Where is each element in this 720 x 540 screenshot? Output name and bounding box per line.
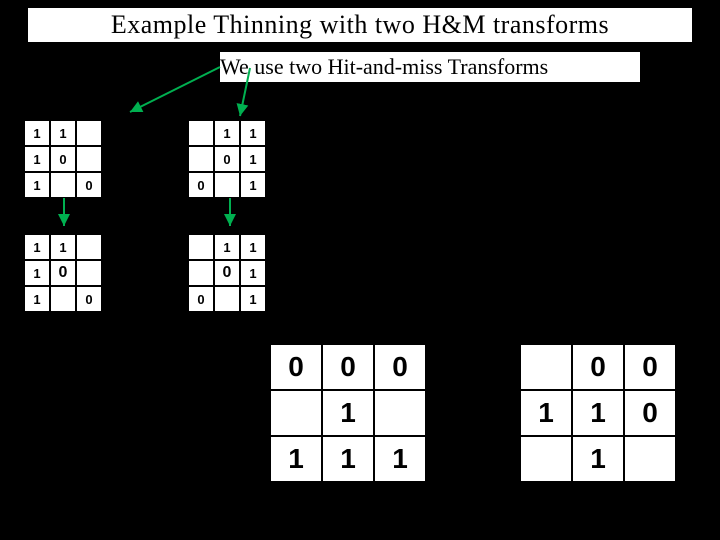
hm-grid-1: 1 1 1 0 1 0 bbox=[24, 120, 102, 198]
cell bbox=[76, 120, 102, 146]
cell: 0 bbox=[572, 344, 624, 390]
cell: 0 bbox=[188, 172, 214, 198]
cell bbox=[520, 344, 572, 390]
cell bbox=[76, 260, 102, 286]
cell bbox=[76, 234, 102, 260]
cell bbox=[520, 436, 572, 482]
cell: 0 bbox=[374, 344, 426, 390]
cell: 1 bbox=[572, 390, 624, 436]
cell: 1 bbox=[24, 172, 50, 198]
cell: 0 bbox=[270, 344, 322, 390]
cell: 1 bbox=[240, 172, 266, 198]
arrow-to-grid-2 bbox=[220, 68, 280, 128]
cell-value: 0 bbox=[59, 264, 68, 282]
structuring-element-2: 0 0 1 1 0 1 bbox=[520, 344, 676, 482]
hm-grid-2: 1 1 0 1 0 1 bbox=[188, 120, 266, 198]
arrow-g1-to-g3 bbox=[56, 198, 76, 239]
cell: 1 bbox=[50, 234, 76, 260]
cell bbox=[374, 390, 426, 436]
cell: 0 bbox=[76, 172, 102, 198]
cell bbox=[270, 390, 322, 436]
cell: 1 bbox=[240, 286, 266, 312]
hm-grid-3: 1 1 1 0 1 0 bbox=[24, 234, 102, 312]
cell: 1 bbox=[214, 120, 240, 146]
cell bbox=[50, 172, 76, 198]
cell: 1 bbox=[374, 436, 426, 482]
cell bbox=[188, 260, 214, 286]
slide-title-box: Example Thinning with two H&M transforms bbox=[28, 8, 692, 44]
cell-value: 0 bbox=[223, 264, 232, 282]
cell: 1 bbox=[24, 286, 50, 312]
cell: 0 bbox=[50, 260, 76, 286]
cell: 1 bbox=[322, 436, 374, 482]
cell: 0 bbox=[188, 286, 214, 312]
slide-title: Example Thinning with two H&M transforms bbox=[111, 10, 609, 40]
cell: 0 bbox=[214, 260, 240, 286]
cell: 1 bbox=[240, 146, 266, 172]
cell: 1 bbox=[24, 234, 50, 260]
slide-subtitle-box: We use two Hit-and-miss Transforms bbox=[220, 52, 640, 82]
cell: 1 bbox=[322, 390, 374, 436]
cell bbox=[188, 234, 214, 260]
cell: 1 bbox=[572, 436, 624, 482]
cell: 1 bbox=[240, 120, 266, 146]
hm-grid-4: 1 1 0 1 0 1 bbox=[188, 234, 266, 312]
cell: 1 bbox=[270, 436, 322, 482]
cell bbox=[188, 146, 214, 172]
cell: 1 bbox=[240, 234, 266, 260]
cell: 0 bbox=[624, 344, 676, 390]
cell bbox=[624, 436, 676, 482]
cell: 1 bbox=[24, 120, 50, 146]
arrow-g2-to-g4 bbox=[222, 198, 242, 239]
cell: 0 bbox=[624, 390, 676, 436]
cell: 1 bbox=[24, 146, 50, 172]
cell bbox=[188, 120, 214, 146]
cell: 1 bbox=[240, 260, 266, 286]
cell: 0 bbox=[322, 344, 374, 390]
structuring-element-1: 0 0 0 1 1 1 1 bbox=[270, 344, 426, 482]
cell: 1 bbox=[520, 390, 572, 436]
cell: 0 bbox=[76, 286, 102, 312]
cell: 1 bbox=[214, 234, 240, 260]
cell bbox=[214, 286, 240, 312]
cell: 1 bbox=[24, 260, 50, 286]
cell: 1 bbox=[50, 120, 76, 146]
cell bbox=[76, 146, 102, 172]
cell bbox=[50, 286, 76, 312]
cell: 0 bbox=[50, 146, 76, 172]
cell: 0 bbox=[214, 146, 240, 172]
cell bbox=[214, 172, 240, 198]
